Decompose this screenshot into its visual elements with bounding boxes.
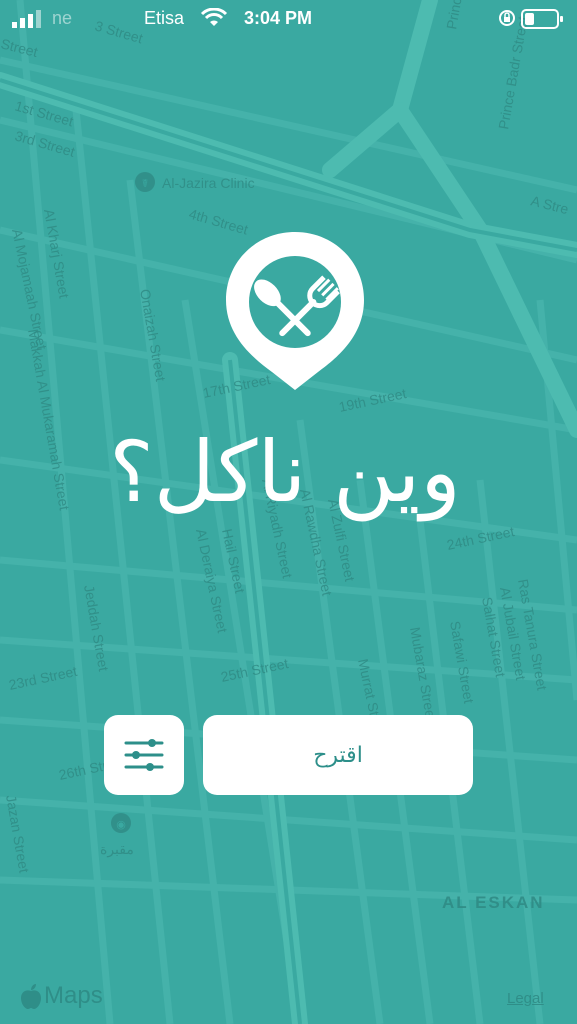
wifi-icon <box>200 8 228 26</box>
apple-icon <box>21 984 41 1009</box>
svg-text:◉: ◉ <box>116 818 126 831</box>
svg-text:☤: ☤ <box>141 177 148 190</box>
clinic-label: Al-Jazira Clinic <box>162 175 255 191</box>
app-title: وين ناكل؟ <box>109 423 461 521</box>
filter-button[interactable] <box>104 715 184 795</box>
carrier-name: Etisa <box>144 8 185 28</box>
cemetery-label: مقبرة <box>100 841 134 858</box>
cell-signal-icon <box>12 10 41 28</box>
fork-spoon-pin-icon <box>226 232 364 390</box>
sliders-icon <box>124 739 164 771</box>
orientation-lock-icon <box>499 10 515 26</box>
battery-icon <box>521 9 563 29</box>
clock: 3:04 PM <box>244 8 313 28</box>
maps-attribution[interactable]: Maps <box>20 982 103 1010</box>
carrier-left: ne <box>52 8 73 28</box>
status-bar: ne Etisa 3:04 PM <box>0 0 577 36</box>
suggest-button[interactable]: اقترح <box>203 715 473 795</box>
legal-link[interactable]: Legal <box>507 990 544 1007</box>
maps-label: Maps <box>44 982 103 1009</box>
area-label: AL ESKAN <box>442 893 545 912</box>
